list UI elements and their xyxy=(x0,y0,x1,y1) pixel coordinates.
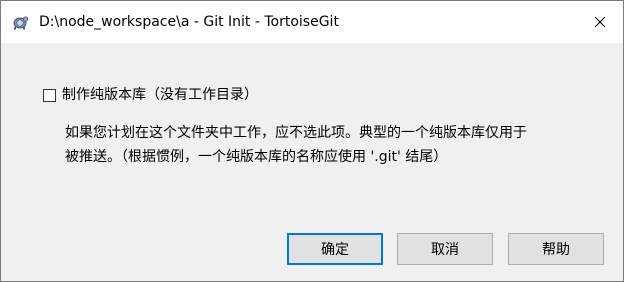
description-line-1: 如果您计划在这个文件夹中工作，应不选此项。典型的一个纯版本库仅用于 xyxy=(65,125,527,141)
bare-repo-checkbox-label[interactable]: 制作纯版本库（没有工作目录） xyxy=(62,85,258,105)
description-line-2: 被推送。（根据惯例，一个纯版本库的名称应使用 '.git' 结尾） xyxy=(65,149,448,165)
window-title: D:\node_workspace\a - Git Init - Tortois… xyxy=(39,14,339,30)
close-button[interactable] xyxy=(577,1,623,43)
bare-repo-checkbox[interactable] xyxy=(43,88,56,102)
cancel-button[interactable]: 取消 xyxy=(397,233,493,265)
ok-button[interactable]: 确定 xyxy=(287,233,383,265)
close-icon xyxy=(594,16,606,28)
help-button[interactable]: 帮助 xyxy=(508,233,604,265)
bare-repo-option[interactable]: 制作纯版本库（没有工作目录） xyxy=(43,85,258,105)
git-init-dialog: D:\node_workspace\a - Git Init - Tortois… xyxy=(0,0,624,282)
tortoisegit-icon xyxy=(11,13,29,31)
dialog-content: 制作纯版本库（没有工作目录） 如果您计划在这个文件夹中工作，应不选此项。典型的一… xyxy=(1,43,623,281)
bare-repo-description: 如果您计划在这个文件夹中工作，应不选此项。典型的一个纯版本库仅用于 被推送。（根… xyxy=(65,121,605,169)
title-bar: D:\node_workspace\a - Git Init - Tortois… xyxy=(1,1,623,43)
